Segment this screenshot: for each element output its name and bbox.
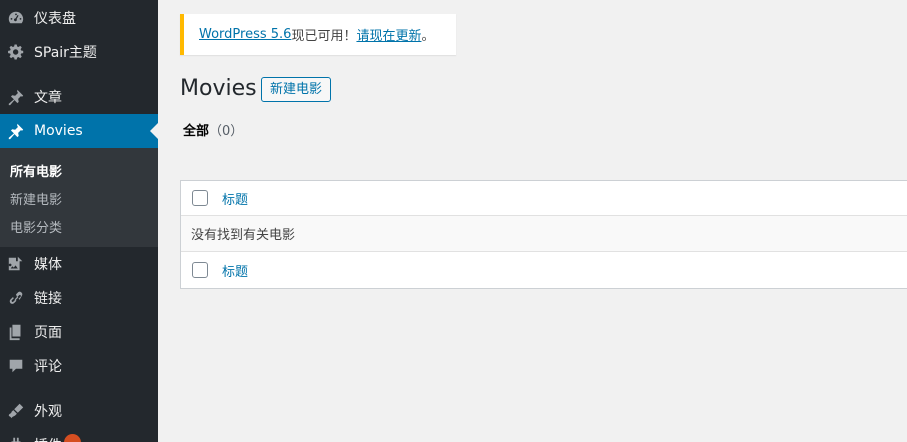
menu-item-posts[interactable]: 文章 <box>0 80 158 114</box>
menu-item-label: 仪表盘 <box>34 11 76 27</box>
menu-item-appearance[interactable]: 外观 <box>0 394 158 428</box>
update-notice: WordPress 5.6 现已可用！ 请现在更新。 <box>180 14 456 55</box>
menu-item-label: 外观 <box>34 404 62 420</box>
brush-icon <box>6 401 26 421</box>
menu-item-label: 页面 <box>34 325 62 341</box>
menu-item-label: Movies <box>34 123 83 139</box>
menu-item-comments[interactable]: 评论 <box>0 349 158 383</box>
link-icon <box>6 288 26 308</box>
page-title: Movies <box>180 76 257 101</box>
wordpress-version-link[interactable]: WordPress 5.6 <box>199 27 291 42</box>
select-all-checkbox[interactable] <box>192 190 208 206</box>
menu-item-movies[interactable]: Movies <box>0 114 158 148</box>
menu-item-label: 链接 <box>34 291 62 307</box>
filter-count: （0） <box>209 124 244 139</box>
notice-end: 。 <box>421 29 435 44</box>
menu-item-pages[interactable]: 页面 <box>0 315 158 349</box>
menu-item-label: 媒体 <box>34 257 62 273</box>
pin-icon <box>6 87 26 107</box>
menu-item-label: 评论 <box>34 359 62 375</box>
media-icon <box>6 254 26 274</box>
filter-all-link[interactable]: 全部 <box>183 124 209 139</box>
menu-item-label: 插件 <box>34 435 62 442</box>
table-header-row: 标题 <box>181 181 907 216</box>
menu-item-label: SPair主题 <box>34 45 97 61</box>
submenu-item-add-movie[interactable]: 新建电影 <box>10 189 62 208</box>
update-now-link[interactable]: 请现在更新 <box>356 25 421 44</box>
status-filter: 全部（0） <box>183 120 243 139</box>
plugin-icon <box>6 435 26 442</box>
movies-submenu: 所有电影 新建电影 电影分类 <box>0 148 158 247</box>
add-new-movie-button[interactable]: 新建电影 <box>261 77 332 102</box>
gear-icon <box>6 42 26 62</box>
menu-item-media[interactable]: 媒体 <box>0 247 158 281</box>
title-column-footer[interactable]: 标题 <box>222 261 248 280</box>
menu-item-theme[interactable]: SPair主题 <box>0 35 158 69</box>
title-column-header[interactable]: 标题 <box>222 189 248 208</box>
notice-text: 现已可用！ <box>291 29 357 44</box>
menu-item-dashboard[interactable]: 仪表盘 <box>0 1 158 35</box>
page-icon <box>6 322 26 342</box>
menu-item-label: 文章 <box>34 90 62 106</box>
table-footer-row: 标题 <box>181 252 907 288</box>
active-menu-arrow <box>150 123 158 139</box>
movies-table: 标题 没有找到有关电影 标题 <box>180 180 907 289</box>
select-all-checkbox-footer[interactable] <box>192 262 208 278</box>
menu-item-links[interactable]: 链接 <box>0 281 158 315</box>
comment-icon <box>6 356 26 376</box>
pin-icon <box>6 121 26 141</box>
admin-sidebar: 仪表盘 SPair主题 文章 Movies 所有电影 新建电影 电影分类 媒体 <box>0 0 158 442</box>
table-row: 没有找到有关电影 <box>181 216 907 252</box>
no-items-message: 没有找到有关电影 <box>191 228 296 243</box>
submenu-item-all-movies[interactable]: 所有电影 <box>10 161 62 180</box>
dashboard-icon <box>6 8 26 28</box>
submenu-item-movie-categories[interactable]: 电影分类 <box>10 217 62 236</box>
